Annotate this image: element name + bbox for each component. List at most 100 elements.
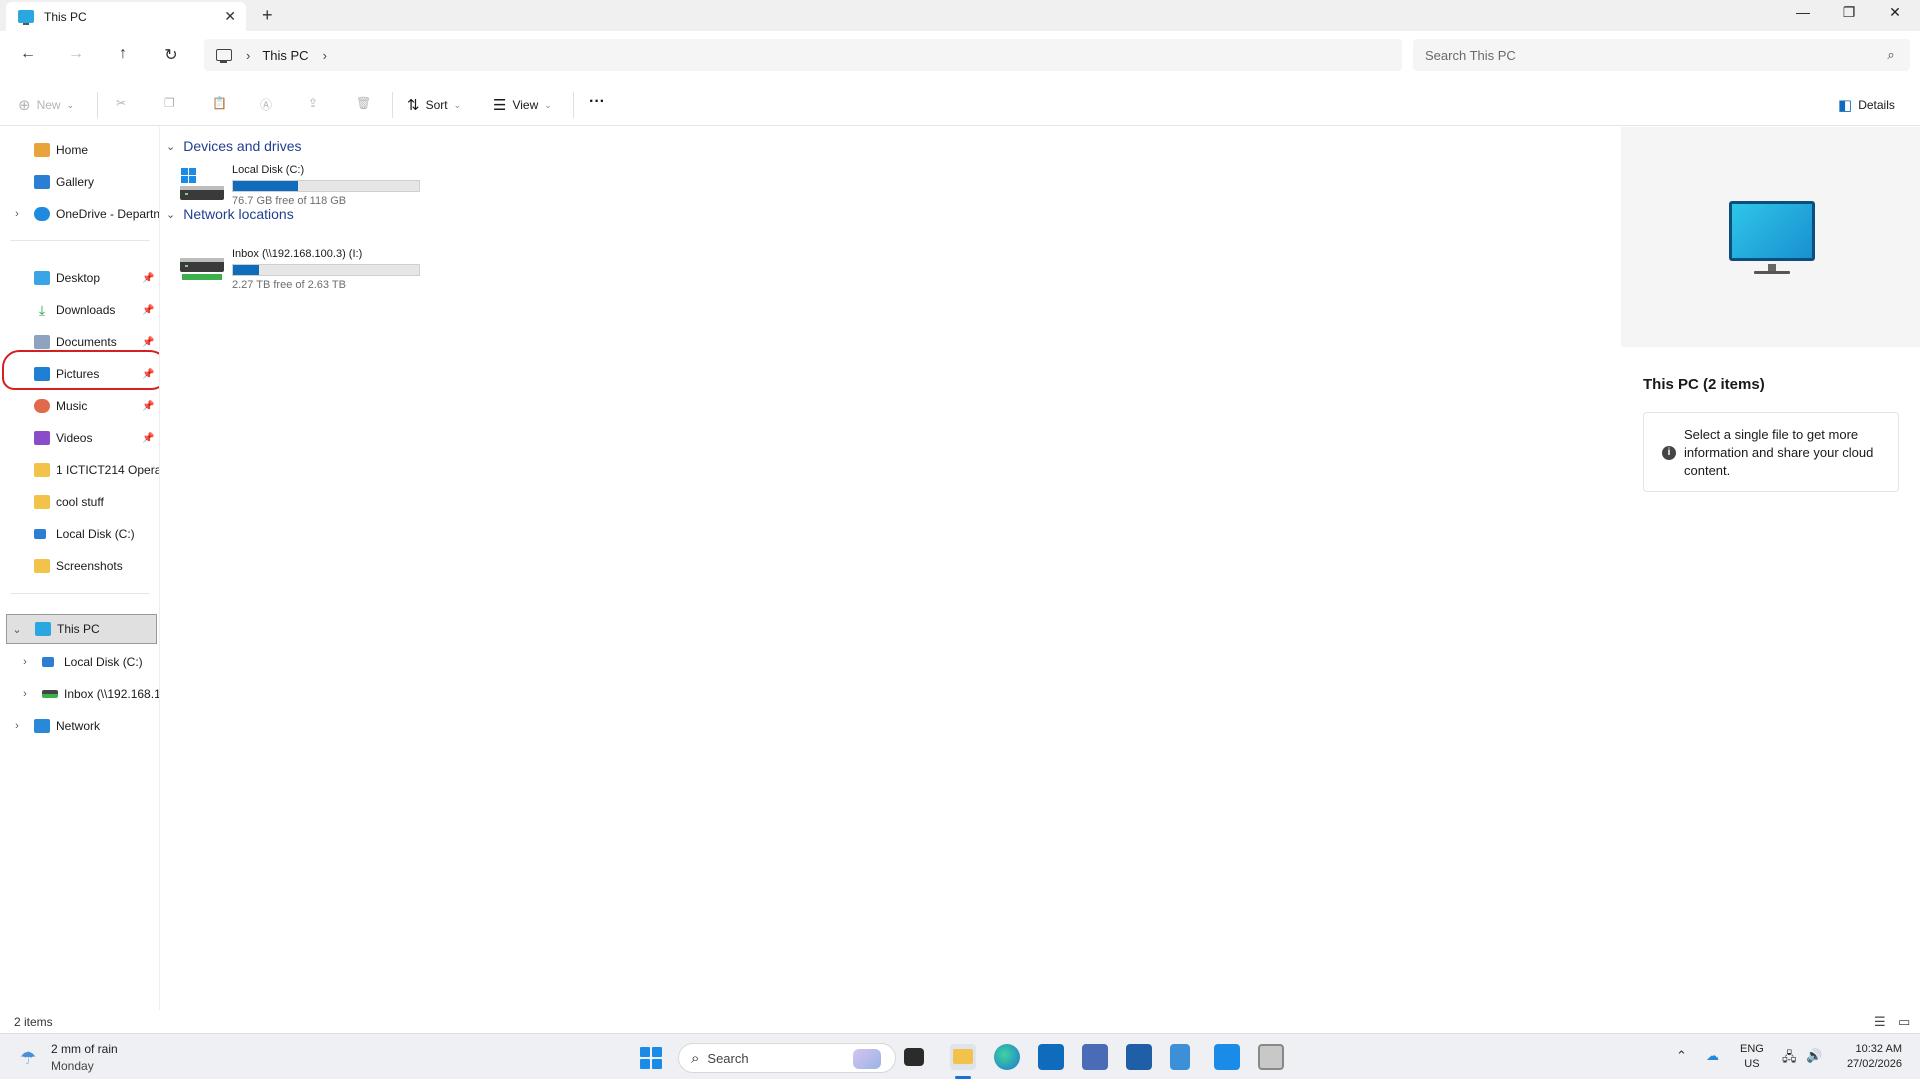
details-button[interactable]: ◧ Details (1838, 96, 1895, 114)
close-button[interactable]: ✕ (1880, 4, 1910, 21)
snipping-tool-icon[interactable] (1258, 1044, 1284, 1070)
windows-start-icon[interactable] (640, 1047, 662, 1069)
address-row: ← → ↑ ↻ › This PC › ⌕ (0, 31, 1920, 79)
computer-monitor-icon (1729, 201, 1815, 261)
cut-icon[interactable]: ✂ (116, 96, 126, 110)
drive-inbox[interactable]: Inbox (\\192.168.100.3) (I:) 2.27 TB fre… (180, 248, 440, 292)
drive-local-disk[interactable]: Local Disk (C:) 76.7 GB free of 118 GB (180, 164, 440, 208)
sidebar-item-home[interactable]: Home (0, 139, 159, 161)
navigation-pane: Home Gallery › OneDrive - Departn Deskto… (0, 127, 160, 1015)
chevron-right-icon[interactable]: › (246, 48, 250, 63)
pin-icon[interactable]: 📌 (142, 305, 154, 316)
pin-icon[interactable]: 📌 (142, 401, 154, 412)
sidebar-item-music[interactable]: Music 📌 (0, 395, 159, 417)
search-box[interactable]: ⌕ (1413, 39, 1910, 71)
folder-icon (34, 559, 50, 573)
command-bar: ⊕ New ⌄ ✂ ❐ 📋 Ⓐ ⇪ 🗑 ⇅ Sort ⌄ ☰ View ⌄ ··… (0, 84, 1920, 126)
chevron-up-icon[interactable]: ⌃ (1676, 1048, 1687, 1064)
search-input[interactable] (1425, 47, 1878, 63)
weather-subtitle[interactable]: Monday (51, 1059, 94, 1073)
group-header-devices[interactable]: ⌄ Devices and drives (166, 138, 302, 154)
chevron-down-icon[interactable]: ⌄ (166, 140, 175, 153)
remote-desktop-icon[interactable] (1214, 1044, 1240, 1070)
chevron-right-icon[interactable]: › (20, 656, 30, 668)
sidebar-item-label: Videos (56, 431, 93, 445)
task-view-icon[interactable] (904, 1048, 924, 1066)
sidebar-item-videos[interactable]: Videos 📌 (0, 427, 159, 449)
computer-icon (216, 49, 232, 63)
network-drive-icon (42, 690, 58, 698)
edge-browser-icon[interactable] (994, 1044, 1020, 1070)
pin-icon[interactable]: 📌 (142, 337, 154, 348)
sidebar-item-local-disk[interactable]: › Local Disk (C:) (0, 651, 159, 673)
onedrive-cloud-icon[interactable]: ☁ (1706, 1048, 1719, 1064)
sidebar-item-this-pc[interactable]: ⌄ This PC (6, 614, 157, 644)
pin-icon[interactable]: 📌 (142, 273, 154, 284)
notepad-icon[interactable] (1170, 1044, 1190, 1070)
file-explorer-taskbar-icon[interactable] (950, 1044, 976, 1070)
details-view-icon[interactable]: ☰ (1874, 1014, 1886, 1030)
sidebar-item-onedrive[interactable]: › OneDrive - Departn (0, 203, 159, 225)
sidebar-item-local-disk-quick[interactable]: Local Disk (C:) (0, 523, 159, 545)
chevron-down-icon[interactable]: ⌄ (12, 623, 22, 636)
chevron-right-icon[interactable]: › (12, 208, 22, 220)
view-button[interactable]: ☰ View ⌄ (493, 96, 552, 114)
tab-close-icon[interactable]: ✕ (224, 8, 236, 25)
back-arrow-icon[interactable]: ← (16, 45, 40, 63)
rename-icon[interactable]: Ⓐ (260, 96, 272, 113)
refresh-icon[interactable]: ↻ (159, 45, 183, 65)
divider (97, 92, 98, 118)
sidebar-item-label: Downloads (56, 303, 116, 317)
more-options-icon[interactable]: ··· (589, 93, 605, 111)
sidebar-item-desktop[interactable]: Desktop 📌 (0, 267, 159, 289)
tab-this-pc[interactable]: This PC ✕ (6, 2, 246, 31)
divider (10, 240, 150, 241)
group-header-network[interactable]: ⌄ Network locations (166, 206, 294, 222)
copy-icon[interactable]: ❐ (164, 96, 175, 110)
tiles-view-icon[interactable]: ▭ (1898, 1014, 1910, 1030)
divider (10, 593, 150, 594)
file-list: ⌄ Devices and drives Local Disk (C:) 76.… (162, 127, 1620, 1015)
sidebar-item-gallery[interactable]: Gallery (0, 171, 159, 193)
delete-icon[interactable]: 🗑 (356, 96, 371, 110)
sidebar-item-screenshots[interactable]: Screenshots (0, 555, 159, 577)
language-indicator[interactable]: ENG US (1740, 1042, 1764, 1072)
minimize-button[interactable]: — (1788, 4, 1818, 20)
sidebar-item-label: cool stuff (56, 495, 104, 509)
powershell-icon[interactable] (1126, 1044, 1152, 1070)
up-arrow-icon[interactable]: ↑ (111, 45, 135, 63)
address-bar[interactable]: › This PC › (204, 39, 1402, 71)
folder-icon (34, 495, 50, 509)
volume-icon[interactable]: 🔊 (1806, 1048, 1822, 1064)
system-clock[interactable]: 10:32 AM 27/02/2026 (1830, 1042, 1902, 1072)
weather-title[interactable]: 2 mm of rain (51, 1042, 118, 1056)
new-tab-button[interactable]: + (262, 5, 273, 26)
new-button[interactable]: ⊕ New ⌄ (18, 96, 74, 114)
outlook-icon[interactable] (1038, 1044, 1064, 1070)
search-icon[interactable]: ⌕ (1878, 47, 1904, 63)
paste-icon[interactable]: 📋 (212, 96, 227, 110)
sidebar-item-inbox[interactable]: › Inbox (\\192.168.1 (0, 683, 159, 705)
sidebar-item-downloads[interactable]: ⤓ Downloads 📌 (0, 299, 159, 321)
forward-arrow-icon[interactable]: → (64, 45, 88, 63)
sort-button[interactable]: ⇅ Sort ⌄ (407, 96, 461, 114)
chevron-down-icon[interactable]: ⌄ (166, 208, 175, 221)
clock-date: 27/02/2026 (1846, 1058, 1902, 1070)
sidebar-item-folder-ict[interactable]: 1 ICTICT214 Operat (0, 459, 159, 481)
title-bar: This PC ✕ + — ❐ ✕ (0, 0, 1920, 31)
maximize-button[interactable]: ❐ (1834, 4, 1864, 21)
breadcrumb-this-pc[interactable]: This PC (262, 48, 308, 63)
share-icon[interactable]: ⇪ (308, 96, 318, 110)
chevron-right-icon[interactable]: › (12, 720, 22, 732)
weather-rain-icon[interactable]: ☂ (20, 1048, 36, 1069)
sidebar-item-network[interactable]: › Network (0, 715, 159, 737)
pin-icon[interactable]: 📌 (142, 433, 154, 444)
network-monitor-icon[interactable]: 🖧 (1782, 1048, 1797, 1070)
taskbar-search[interactable]: ⌕ Search (678, 1043, 896, 1073)
plus-circle-icon: ⊕ (18, 97, 31, 114)
sidebar-item-cool-stuff[interactable]: cool stuff (0, 491, 159, 513)
chevron-right-icon[interactable]: › (323, 48, 327, 63)
remote-tool-icon[interactable] (1082, 1044, 1108, 1070)
chevron-right-icon[interactable]: › (20, 688, 30, 700)
details-info-card: i Select a single file to get more infor… (1643, 412, 1899, 492)
